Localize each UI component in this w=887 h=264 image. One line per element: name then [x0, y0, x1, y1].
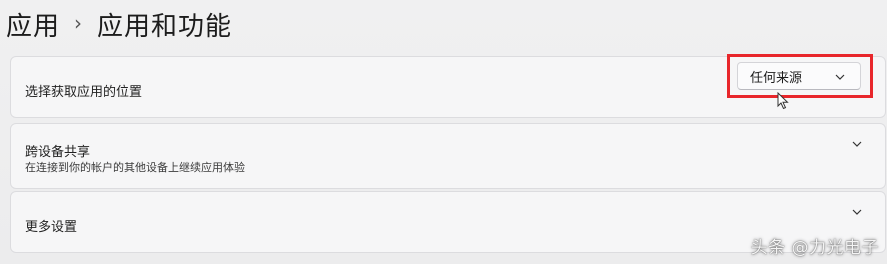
chevron-down-icon[interactable] — [851, 138, 863, 150]
mouse-pointer-icon — [777, 92, 789, 110]
install-source-dropdown[interactable]: 任何来源 — [737, 62, 861, 90]
more-settings-title: 更多设置 — [25, 220, 78, 235]
chevron-down-icon[interactable] — [851, 206, 863, 218]
chevron-down-icon — [835, 74, 845, 80]
install-source-label: 选择获取应用的位置 — [25, 85, 143, 100]
dropdown-selected-value: 任何来源 — [750, 70, 803, 86]
breadcrumb: 应用 › 应用和功能 — [6, 4, 232, 44]
page-title: 应用和功能 — [97, 11, 233, 42]
settings-page: 应用 › 应用和功能 选择获取应用的位置 任何来源 跨设备共享 在连接到你的帐户… — [0, 0, 887, 264]
watermark: 头条 @力光电子 — [750, 238, 879, 258]
cross-device-subtitle: 在连接到你的帐户的其他设备上继续应用体验 — [25, 161, 245, 174]
breadcrumb-separator: › — [74, 11, 84, 35]
cross-device-title: 跨设备共享 — [25, 145, 91, 160]
breadcrumb-parent[interactable]: 应用 — [6, 6, 60, 43]
cross-device-card[interactable]: 跨设备共享 在连接到你的帐户的其他设备上继续应用体验 — [10, 123, 886, 189]
